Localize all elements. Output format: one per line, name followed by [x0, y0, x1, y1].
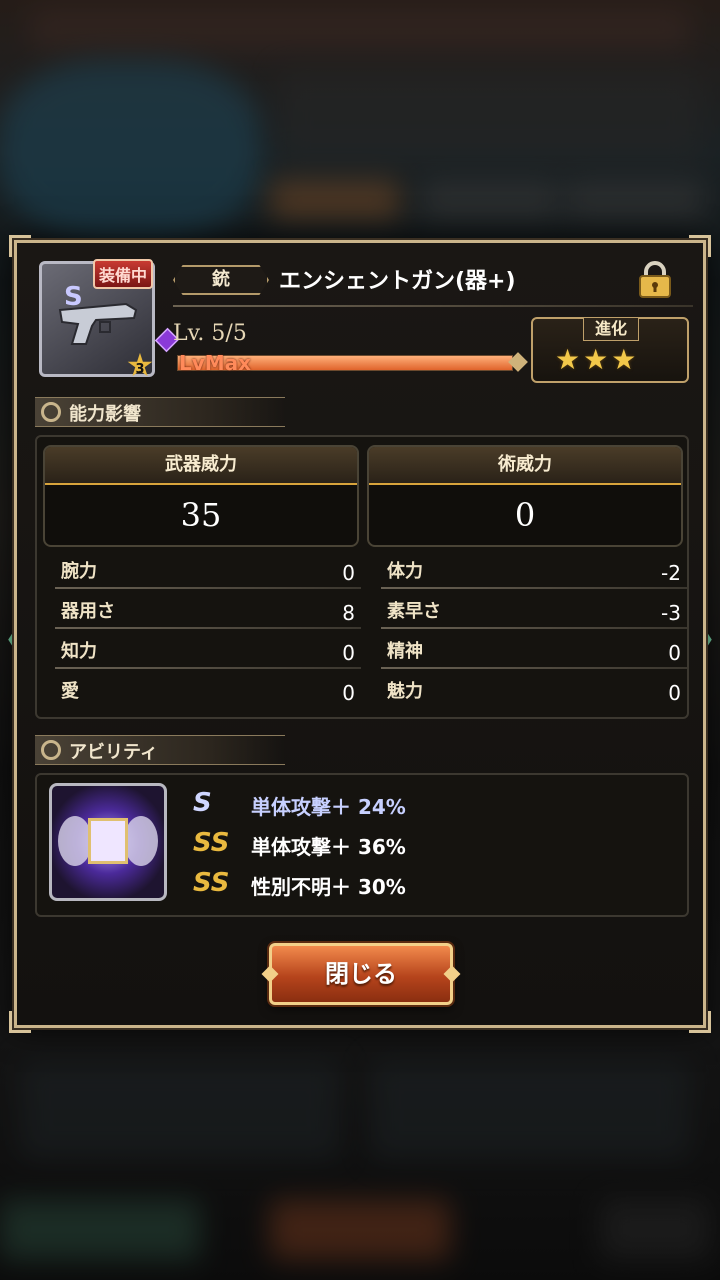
- ability-row: SS 単体攻撃＋ 36%: [193, 827, 673, 861]
- stat-label: 魅力: [387, 681, 423, 702]
- stat-value: 0: [342, 681, 355, 705]
- stat-label: 腕力: [61, 561, 97, 582]
- ability-panel: S 単体攻撃＋ 24% SS 単体攻撃＋ 36% SS 性別不明＋ 30%: [35, 773, 689, 917]
- frame-corner-ornament: [9, 235, 31, 257]
- stat-row: 素早さ -3: [381, 591, 687, 629]
- section-title: 能力影響: [69, 404, 141, 425]
- stat-value: 0: [668, 681, 681, 705]
- stat-divider: [381, 627, 687, 629]
- stat-row: 器用さ 8: [55, 591, 361, 629]
- frame-corner-ornament: [689, 1011, 711, 1033]
- ability-text: 単体攻撃＋ 36%: [251, 835, 406, 859]
- rarity-s-icon: S: [64, 282, 83, 312]
- stat-value: 0: [342, 561, 355, 585]
- star-level-icon: ★ 3: [123, 349, 157, 381]
- item-name: エンシェントガン(器+): [279, 269, 516, 294]
- stat-divider: [381, 667, 687, 669]
- stat-value: 8: [342, 601, 355, 625]
- weapon-power-label: 武器威力: [45, 447, 357, 485]
- magic-power-box: 術威力 0: [367, 445, 683, 547]
- stat-value: -3: [661, 601, 681, 625]
- magic-power-value: 0: [514, 496, 536, 534]
- stat-label: 愛: [61, 681, 79, 702]
- stat-label: 素早さ: [387, 601, 441, 622]
- frame-corner-ornament: [689, 235, 711, 257]
- stat-row: 愛 0: [55, 671, 361, 709]
- name-divider: [173, 305, 693, 307]
- ability-rank-ss-icon: SS: [193, 828, 230, 858]
- stat-row: 魅力 0: [381, 671, 687, 709]
- stats-panel: 武器威力 35 術威力 0 腕力 0 器用さ 8 知力 0 愛 0 体力 -2: [35, 435, 689, 719]
- evolution-stars: ★★★: [555, 343, 640, 376]
- section-title: アビリティ: [69, 742, 158, 763]
- level-text: Lv. 5/5: [173, 321, 247, 346]
- weapon-power-value: 35: [180, 496, 222, 534]
- stat-label: 知力: [61, 641, 97, 662]
- equipped-badge: 装備中: [93, 259, 154, 289]
- stat-divider: [381, 587, 687, 589]
- section-header-ability-influence: 能力影響: [35, 397, 285, 427]
- ability-row: S 単体攻撃＋ 24%: [193, 787, 673, 821]
- lock-icon[interactable]: [637, 261, 673, 299]
- ability-row: SS 性別不明＋ 30%: [193, 867, 673, 901]
- star-level-number: 3: [135, 362, 145, 377]
- stat-label: 器用さ: [61, 601, 115, 622]
- stat-value: -2: [661, 561, 681, 585]
- stat-divider: [55, 627, 361, 629]
- stat-row: 知力 0: [55, 631, 361, 669]
- stat-row: 体力 -2: [381, 551, 687, 589]
- ability-rank-s-icon: S: [193, 788, 212, 818]
- magic-power-label: 術威力: [369, 447, 681, 485]
- stat-label: 体力: [387, 561, 423, 582]
- stat-value: 0: [342, 641, 355, 665]
- stat-divider: [55, 667, 361, 669]
- evolution-label: 進化: [583, 317, 639, 341]
- ability-text: 単体攻撃＋ 24%: [251, 795, 406, 819]
- ability-emblem-icon[interactable]: [49, 783, 167, 901]
- exp-max-label: LvMax: [179, 351, 252, 375]
- ability-text: 性別不明＋ 30%: [251, 875, 406, 899]
- weapon-type-tag: 銃: [173, 265, 269, 295]
- evolution-box: 進化 ★★★: [531, 317, 689, 383]
- weapon-power-box: 武器威力 35: [43, 445, 359, 547]
- stat-row: 腕力 0: [55, 551, 361, 589]
- ability-rank-ss-icon: SS: [193, 868, 230, 898]
- item-detail-dialog: S 装備中 ★ 3 銃 エンシェントガン(器+) Lv. 5/5 LvMax 進化…: [9, 235, 711, 1033]
- gear-icon: [41, 740, 61, 760]
- stat-value: 0: [668, 641, 681, 665]
- section-header-ability: アビリティ: [35, 735, 285, 765]
- gear-icon: [41, 402, 61, 422]
- stat-label: 精神: [387, 641, 423, 662]
- close-button[interactable]: 閉じる: [269, 943, 453, 1005]
- frame-corner-ornament: [9, 1011, 31, 1033]
- stat-divider: [55, 587, 361, 589]
- stat-row: 精神 0: [381, 631, 687, 669]
